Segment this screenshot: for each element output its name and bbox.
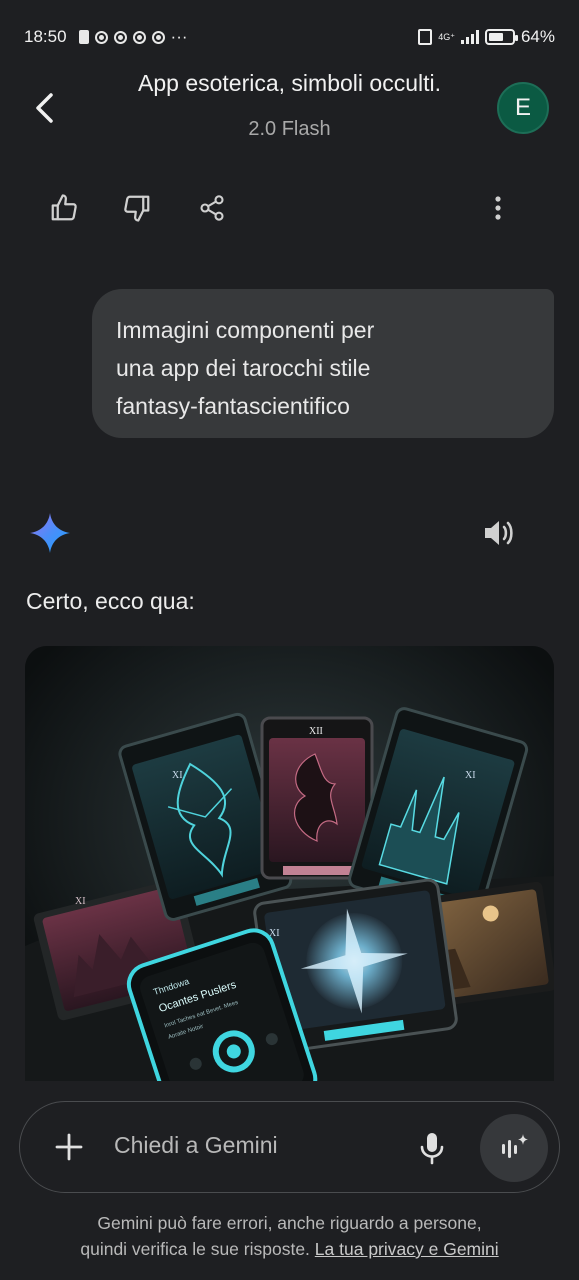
tarot-app-illustration: XI XI XII XI XI Thndowa Ocantes Puslers … <box>25 646 554 1081</box>
vibrate-icon <box>418 29 433 45</box>
card-numeral: XI <box>172 770 183 781</box>
network-type: 4G⁺ <box>438 31 455 42</box>
disclaimer-line-2: quindi verifica le sue risposte. La tua … <box>0 1236 579 1262</box>
back-button[interactable] <box>28 88 60 128</box>
generated-image[interactable]: XI XI XII XI XI Thndowa Ocantes Puslers … <box>25 646 554 1081</box>
user-message-line: una app dei tarocchi stile <box>116 355 371 381</box>
voice-input-button[interactable] <box>412 1126 452 1170</box>
thumbs-down-button[interactable] <box>117 188 157 228</box>
chat-header: App esoterica, simboli occulti. 2.0 Flas… <box>0 60 579 160</box>
signal-icon <box>460 30 479 44</box>
gemini-live-button[interactable] <box>480 1114 548 1182</box>
prompt-input-bar: Chiedi a Gemini <box>19 1101 560 1193</box>
gemini-sparkle-icon <box>30 513 70 553</box>
thumbs-up-button[interactable] <box>44 188 84 228</box>
user-message-bubble[interactable]: Immagini componenti per una app dei taro… <box>92 289 554 438</box>
thumbs-up-icon <box>51 194 77 221</box>
chrome-icon <box>113 30 127 44</box>
avatar[interactable]: E <box>497 82 549 134</box>
card-numeral: XII <box>309 726 323 737</box>
more-notifications-icon: ··· <box>170 27 188 46</box>
status-time: 18:50 <box>24 27 67 46</box>
chrome-icon <box>94 30 108 44</box>
card-numeral: XI <box>75 896 86 907</box>
chrome-icon <box>151 30 165 44</box>
battery-level <box>488 33 504 41</box>
disclaimer-line: Gemini può fare errori, anche riguardo a… <box>97 1213 482 1233</box>
more-options-button[interactable] <box>478 188 518 228</box>
card-numeral: XI <box>465 770 476 781</box>
privacy-link[interactable]: La tua privacy e Gemini <box>315 1239 499 1259</box>
feedback-row <box>0 188 579 228</box>
model-name[interactable]: 2.0 Flash <box>90 118 489 141</box>
gemini-chat-screen: 18:50 ··· 4G⁺ 64% App esoterica, simboli… <box>0 0 579 1280</box>
battery-percent: 64% <box>520 27 555 46</box>
more-vert-icon <box>495 196 501 220</box>
chat-title[interactable]: App esoterica, simboli occulti. <box>90 70 489 97</box>
add-attachment-button[interactable] <box>46 1124 92 1170</box>
battery-saver-icon <box>78 30 89 44</box>
status-right: 4G⁺ 64% <box>418 27 555 47</box>
speaker-icon <box>485 521 513 545</box>
prompt-input[interactable]: Chiedi a Gemini <box>114 1132 278 1159</box>
share-button[interactable] <box>192 188 232 228</box>
read-aloud-button[interactable] <box>479 513 519 553</box>
user-message-line: Immagini componenti per <box>116 317 375 343</box>
notification-icons: ··· <box>78 27 188 47</box>
response-text: Certo, ecco qua: <box>26 588 195 614</box>
disclaimer-text: quindi verifica le sue risposte. <box>80 1239 310 1259</box>
disclaimer: Gemini può fare errori, anche riguardo a… <box>0 1210 579 1262</box>
status-left: 18:50 ··· <box>24 27 188 47</box>
plus-icon <box>55 1133 83 1161</box>
share-icon <box>200 195 224 221</box>
battery-icon <box>484 29 518 45</box>
user-message-line: fantasy-fantascientifico <box>116 393 350 419</box>
microphone-icon <box>420 1133 444 1165</box>
back-arrow-icon <box>36 93 53 123</box>
chrome-icon <box>132 30 146 44</box>
thumbs-down-icon <box>124 195 150 222</box>
live-waveform-icon <box>502 1134 528 1158</box>
